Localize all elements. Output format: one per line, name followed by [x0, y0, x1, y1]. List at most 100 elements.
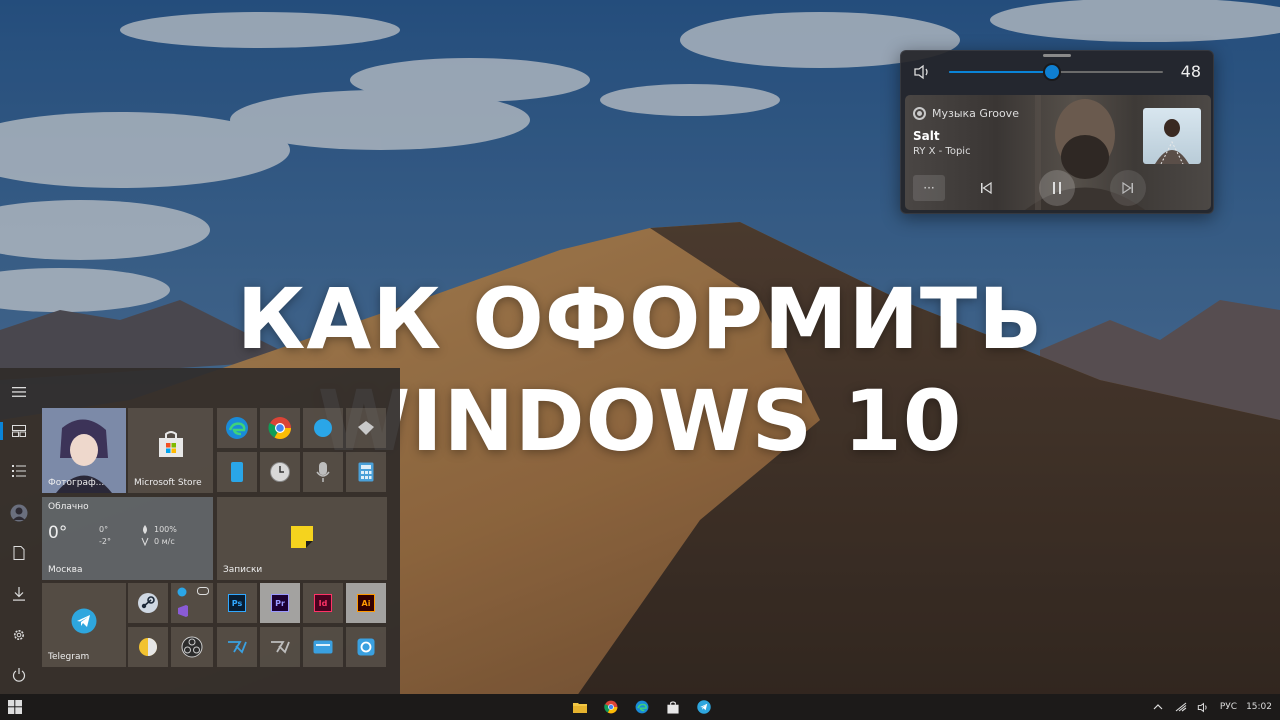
headline-line-1: КАК ОФОРМИТЬ — [236, 270, 1044, 368]
tile-obs[interactable] — [171, 627, 213, 667]
power-icon — [12, 668, 26, 682]
tile-app-b[interactable] — [260, 627, 300, 667]
tile-sticky-notes[interactable]: Записки — [217, 497, 387, 580]
obs-icon — [181, 636, 203, 658]
flyout-grip-handle[interactable] — [1043, 54, 1071, 57]
taskbar-telegram[interactable] — [694, 698, 713, 716]
media-app-source: Музыка Groove — [913, 107, 1019, 120]
indesign-icon: Id — [314, 594, 332, 612]
volume-tray-button[interactable] — [1197, 700, 1211, 714]
volume-slider[interactable] — [949, 63, 1163, 81]
weather-condition: Облачно — [48, 502, 89, 512]
tile-phone[interactable] — [217, 452, 257, 492]
tile-telegram[interactable]: Telegram — [42, 583, 126, 667]
tile-illustrator[interactable]: Ai — [346, 583, 386, 623]
settings-button[interactable] — [0, 620, 38, 650]
all-apps-button[interactable] — [0, 456, 38, 486]
taskbar-pinned-apps — [570, 698, 713, 716]
media-app-name: Музыка Groove — [932, 107, 1019, 120]
volume-slider-thumb[interactable] — [1042, 63, 1061, 81]
speaker-icon — [1198, 702, 1207, 712]
app-c-icon — [313, 640, 333, 654]
tile-group-small[interactable] — [171, 583, 213, 623]
taskbar-store[interactable] — [663, 698, 682, 716]
file-explorer-icon — [572, 703, 587, 713]
app-yellow-icon — [139, 638, 157, 656]
wind-icon — [141, 537, 149, 546]
previous-track-icon — [981, 182, 992, 194]
weather-low: -2° — [99, 537, 111, 546]
tile-app-gray[interactable] — [346, 408, 386, 448]
gear-icon — [14, 630, 24, 640]
photoshop-icon: Ps — [228, 594, 246, 612]
weather-wind: 0 м/с — [154, 537, 175, 546]
taskbar-chrome[interactable] — [601, 698, 620, 716]
power-button[interactable] — [0, 660, 38, 690]
store-tile-label: Microsoft Store — [134, 478, 202, 488]
tile-app-a[interactable] — [217, 627, 257, 667]
weather-temperature: 0° — [48, 523, 68, 543]
photos-tile-label: Фотограф... — [48, 478, 105, 488]
tile-chrome[interactable] — [260, 408, 300, 448]
tile-voice-recorder[interactable] — [303, 452, 343, 492]
clock[interactable]: 15:02 — [1246, 702, 1272, 712]
pinned-tiles-button[interactable] — [0, 416, 38, 446]
humidity-icon — [143, 525, 147, 534]
steam-icon — [138, 593, 158, 613]
expand-menu-button[interactable] — [0, 377, 38, 407]
chrome-icon — [268, 417, 291, 439]
app-small-icon — [177, 587, 187, 597]
tile-photoshop[interactable]: Ps — [217, 583, 257, 623]
tile-weather[interactable]: Облачно 0° 0° -2° 100% 0 м/с Москва — [42, 497, 213, 580]
telegram-icon — [696, 700, 711, 714]
taskbar: РУС 15:02 — [0, 694, 1280, 720]
tile-edge[interactable] — [217, 408, 257, 448]
downloads-icon — [13, 587, 25, 601]
volume-value: 48 — [1180, 62, 1201, 81]
windows-start-icon[interactable] — [8, 700, 22, 714]
track-artist: RY X - Topic — [913, 146, 971, 157]
user-account-button[interactable] — [0, 498, 38, 528]
play-pause-button[interactable] — [1039, 170, 1075, 206]
tile-app-blue[interactable] — [303, 408, 343, 448]
weather-humidity: 100% — [154, 525, 177, 534]
documents-button[interactable] — [0, 538, 38, 568]
tile-app-d[interactable] — [346, 627, 386, 667]
app-b-icon — [271, 641, 290, 654]
groove-music-icon — [913, 107, 926, 120]
tile-clock[interactable] — [260, 452, 300, 492]
documents-icon — [13, 546, 25, 560]
visual-studio-icon — [178, 605, 188, 617]
tile-photos[interactable]: Фотограф... — [42, 408, 126, 493]
sticky-note-icon — [291, 525, 313, 548]
alarm-clock-icon — [270, 462, 290, 482]
tile-indesign[interactable]: Id — [303, 583, 343, 623]
media-volume-flyout: 48 Музыка Groove Salt RY X - Topic ··· — [900, 50, 1214, 214]
taskbar-edge[interactable] — [632, 698, 651, 716]
downloads-button[interactable] — [0, 579, 38, 609]
system-tray: РУС 15:02 — [1151, 694, 1272, 720]
more-options-button[interactable]: ··· — [913, 175, 945, 201]
previous-track-button[interactable] — [973, 175, 999, 201]
tile-app-yellow[interactable] — [128, 627, 168, 667]
edge-icon — [226, 417, 248, 439]
now-playing-card[interactable]: Музыка Groove Salt RY X - Topic ··· — [905, 95, 1211, 210]
tile-calculator[interactable] — [346, 452, 386, 492]
tile-premiere[interactable]: Pr — [260, 583, 300, 623]
next-track-button[interactable] — [1110, 170, 1146, 206]
show-hidden-icons-button[interactable] — [1151, 700, 1165, 714]
app-d-icon — [357, 638, 375, 656]
app-a-icon — [228, 641, 247, 654]
tile-steam[interactable] — [128, 583, 168, 623]
taskbar-file-explorer[interactable] — [570, 698, 589, 716]
tile-app-c[interactable] — [303, 627, 343, 667]
mixed-reality-icon — [358, 421, 374, 435]
input-language[interactable]: РУС — [1220, 702, 1237, 712]
speaker-icon[interactable] — [913, 64, 933, 80]
album-cover — [1143, 108, 1201, 164]
gamepad-icon — [197, 587, 209, 595]
network-button[interactable] — [1174, 700, 1188, 714]
tile-microsoft-store[interactable]: Microsoft Store — [128, 408, 213, 493]
edge-icon — [635, 700, 648, 714]
calculator-icon — [358, 462, 374, 482]
